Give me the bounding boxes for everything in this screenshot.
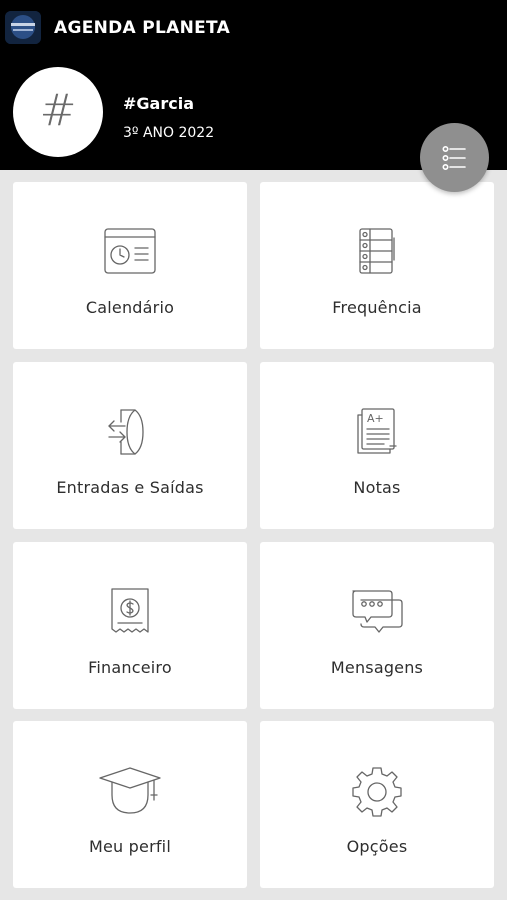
tile-label: Financeiro [88, 658, 172, 677]
tile-label: Mensagens [330, 658, 424, 677]
graduate-profile-icon [99, 767, 161, 814]
app-title: AGENDA PLANETA [54, 18, 231, 38]
dollar-receipt-icon [111, 588, 149, 633]
app-logo [5, 11, 41, 44]
tile-entradas-saidas[interactable]: Entradas e Saídas [13, 362, 247, 529]
tile-opcoes[interactable]: Opções [260, 721, 494, 888]
avatar: # [13, 67, 103, 157]
tile-financeiro[interactable]: Financeiro [13, 542, 247, 709]
tile-label: Calendário [85, 298, 175, 317]
avatar-symbol: # [39, 84, 77, 136]
menu-button[interactable] [420, 123, 489, 192]
tile-label: Frequência [332, 298, 422, 317]
tile-label: Notas [353, 478, 401, 497]
tile-notas[interactable]: A+ Notas [260, 362, 494, 529]
user-name: #Garcia [123, 94, 194, 113]
chat-bubbles-icon [352, 590, 403, 633]
tile-frequencia[interactable]: Frequência [260, 182, 494, 349]
gear-icon [352, 767, 402, 817]
user-class-info: 3º ANO 2022 [123, 125, 215, 141]
grade-report-icon: A+ [357, 408, 397, 454]
calendar-clock-icon [104, 228, 156, 274]
tile-calendario[interactable]: Calendário [13, 182, 247, 349]
tile-label: Meu perfil [89, 837, 171, 856]
tile-mensagens[interactable]: Mensagens [260, 542, 494, 709]
door-arrows-icon [108, 409, 144, 455]
svg-text:A+: A+ [367, 412, 384, 425]
tile-meu-perfil[interactable]: Meu perfil [13, 721, 247, 888]
list-menu-icon [441, 145, 466, 170]
tile-label: Entradas e Saídas [56, 478, 204, 497]
attendance-list-icon [359, 228, 395, 274]
tile-label: Opções [346, 837, 408, 856]
